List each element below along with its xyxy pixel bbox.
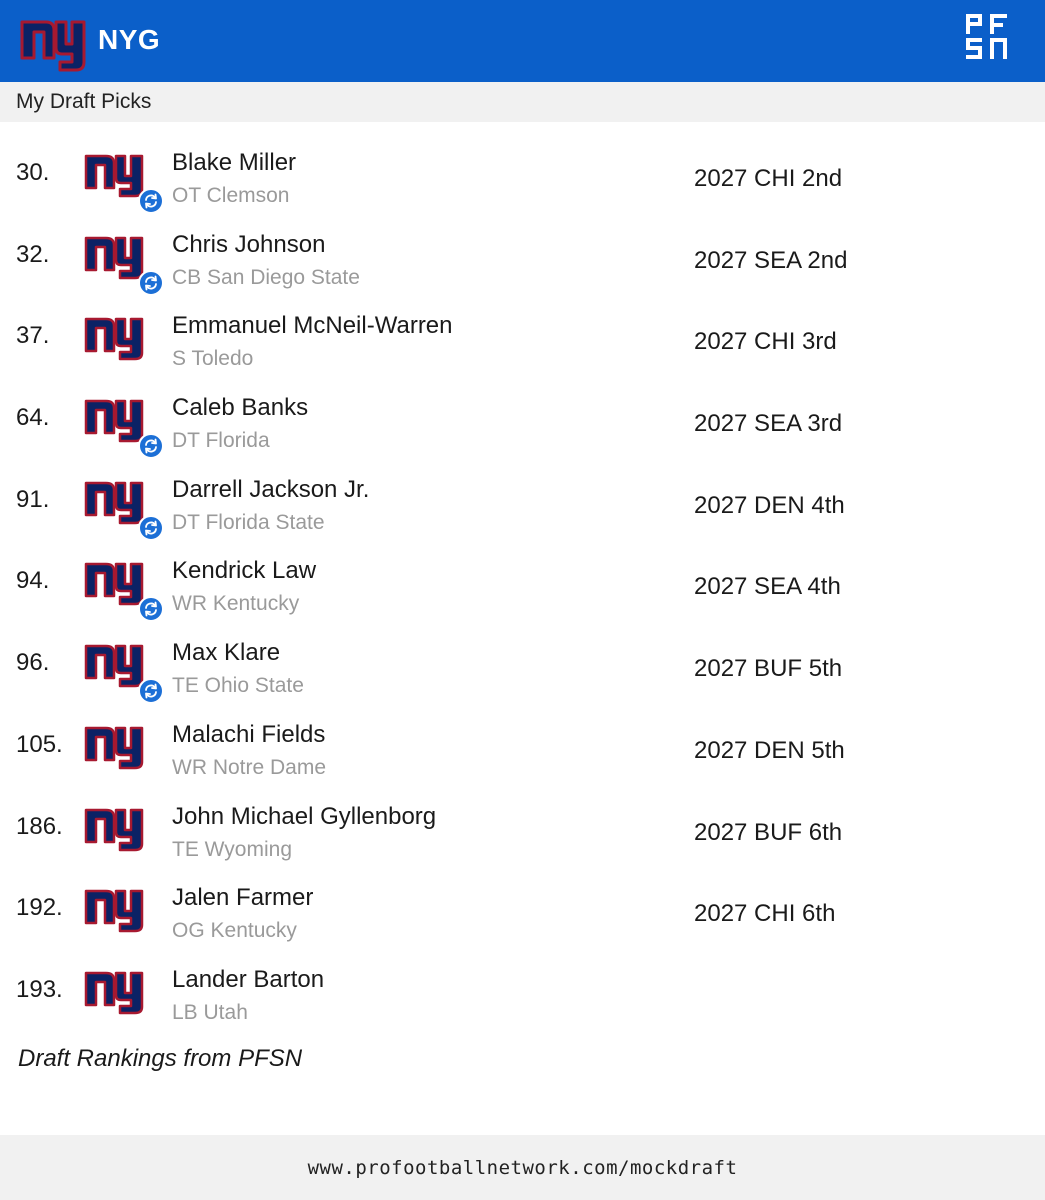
player-name[interactable]: Blake Miller: [172, 149, 296, 177]
player-name[interactable]: Lander Barton: [172, 966, 324, 994]
pick-number: 94.: [16, 567, 50, 595]
player-name[interactable]: Malachi Fields: [172, 721, 325, 749]
player-name[interactable]: Kendrick Law: [172, 557, 316, 585]
footer: www.profootballnetwork.com/mockdraft: [0, 1135, 1045, 1200]
pick-row[interactable]: 32. Chris Johnson CB San Diego State 2027 …: [0, 222, 1045, 304]
ny-giants-logo-icon: [84, 726, 144, 770]
trade-swap-icon: [138, 678, 164, 705]
player-position-school: WR Notre Dame: [172, 755, 327, 779]
player-position-school: TE Ohio State: [172, 674, 304, 698]
player-name[interactable]: Jalen Farmer: [172, 884, 313, 912]
trade-swap-icon: [138, 188, 164, 214]
team-code: NYG: [98, 24, 161, 55]
player-position-school: S Toledo: [172, 347, 254, 371]
trade-swap-icon: [138, 596, 164, 623]
acquired-future-pick: 2027 SEA 4th: [694, 573, 841, 601]
acquired-future-pick: 2027 BUF 6th: [694, 818, 843, 846]
ny-giants-logo-icon: [84, 236, 144, 279]
player-position-school: OT Clemson: [172, 184, 290, 207]
player-position-school: DT Florida: [172, 429, 270, 453]
trade-swap-icon: [138, 269, 164, 296]
pfsn-logo-icon[interactable]: [964, 12, 1010, 60]
ny-giants-logo-icon: [84, 399, 144, 443]
ny-giants-logo-icon: [84, 481, 144, 524]
pick-row[interactable]: 96. Max Klare TE Ohio State 2027 BUF 5th: [0, 630, 1045, 712]
player-position-school: OG Kentucky: [172, 919, 297, 943]
acquired-future-pick: 2027 SEA 2nd: [694, 246, 848, 274]
pick-row[interactable]: 105. Malachi Fields WR Notre Dame 2027 DEN…: [0, 712, 1045, 794]
player-position-school: TE Wyoming: [172, 837, 293, 861]
ny-giants-logo-icon: [84, 644, 144, 688]
draft-picks-list: 30. Blake Miller OT Clemson 2027 CHI 2nd 32…: [0, 140, 1045, 1039]
acquired-future-pick: 2027 CHI 2nd: [694, 165, 843, 192]
ny-giants-logo-icon: [84, 154, 144, 198]
pick-number: 186.: [16, 812, 63, 840]
player-position-school: DT Florida State: [172, 510, 325, 534]
ny-giants-logo-icon: [84, 563, 144, 606]
ny-giants-logo-icon: [84, 971, 144, 1015]
section-header: My Draft Picks: [0, 82, 1045, 122]
ny-giants-logo-icon: [84, 889, 144, 933]
rankings-credit: Draft Rankings from PFSN: [18, 1045, 303, 1072]
pick-row[interactable]: 193. Lander Barton LB Utah: [0, 957, 1045, 1039]
pick-number: 96.: [16, 649, 50, 677]
section-title: My Draft Picks: [16, 90, 152, 113]
pick-row[interactable]: 37. Emmanuel McNeil-Warren S Toledo 2027 C…: [0, 303, 1045, 385]
acquired-future-pick: 2027 DEN 4th: [694, 491, 845, 519]
pick-number: 193.: [16, 975, 63, 1003]
acquired-future-pick: 2027 DEN 5th: [694, 736, 845, 764]
pick-row[interactable]: 186. John Michael Gyllenborg TE Wyoming 20…: [0, 794, 1045, 876]
acquired-future-pick: 2027 BUF 5th: [694, 655, 843, 683]
pick-number: 32.: [16, 240, 50, 268]
player-name[interactable]: Darrell Jackson Jr.: [172, 476, 369, 504]
ny-giants-logo-icon[interactable]: [20, 10, 86, 72]
acquired-future-pick: 2027 CHI 3rd: [694, 328, 837, 356]
pick-row[interactable]: 192. Jalen Farmer OG Kentucky 2027 CHI 6th: [0, 875, 1045, 957]
app-header: NYG: [0, 0, 1045, 82]
player-name[interactable]: John Michael Gyllenborg: [172, 803, 436, 831]
pick-number: 192.: [16, 894, 63, 922]
acquired-future-pick: 2027 CHI 6th: [694, 900, 836, 928]
ny-giants-logo-icon: [84, 318, 144, 361]
footer-url-link[interactable]: www.profootballnetwork.com/mockdraft: [308, 1157, 738, 1179]
trade-swap-icon: [138, 433, 164, 460]
pick-row[interactable]: 91. Darrell Jackson Jr. DT Florida State 2…: [0, 467, 1045, 549]
pick-number: 30.: [16, 159, 50, 186]
player-name[interactable]: Chris Johnson: [172, 231, 325, 259]
trade-swap-icon: [138, 514, 164, 541]
acquired-future-pick: 2027 SEA 3rd: [694, 410, 843, 438]
pick-row[interactable]: 64. Caleb Banks DT Florida 2027 SEA 3rd: [0, 385, 1045, 467]
player-name[interactable]: Emmanuel McNeil-Warren: [172, 312, 453, 340]
ny-giants-logo-icon: [84, 808, 144, 851]
player-position-school: CB San Diego State: [172, 265, 360, 289]
pick-row[interactable]: 94. Kendrick Law WR Kentucky 2027 SEA 4th: [0, 548, 1045, 630]
pick-number: 105.: [16, 730, 63, 758]
pick-number: 37.: [16, 322, 50, 350]
pick-number: 64.: [16, 404, 50, 432]
pick-number: 91.: [16, 485, 50, 513]
player-position-school: LB Utah: [172, 1000, 248, 1024]
player-position-school: WR Kentucky: [172, 592, 300, 616]
player-name[interactable]: Max Klare: [172, 639, 280, 667]
pick-row[interactable]: 30. Blake Miller OT Clemson 2027 CHI 2nd: [0, 140, 1045, 222]
player-name[interactable]: Caleb Banks: [172, 394, 308, 422]
